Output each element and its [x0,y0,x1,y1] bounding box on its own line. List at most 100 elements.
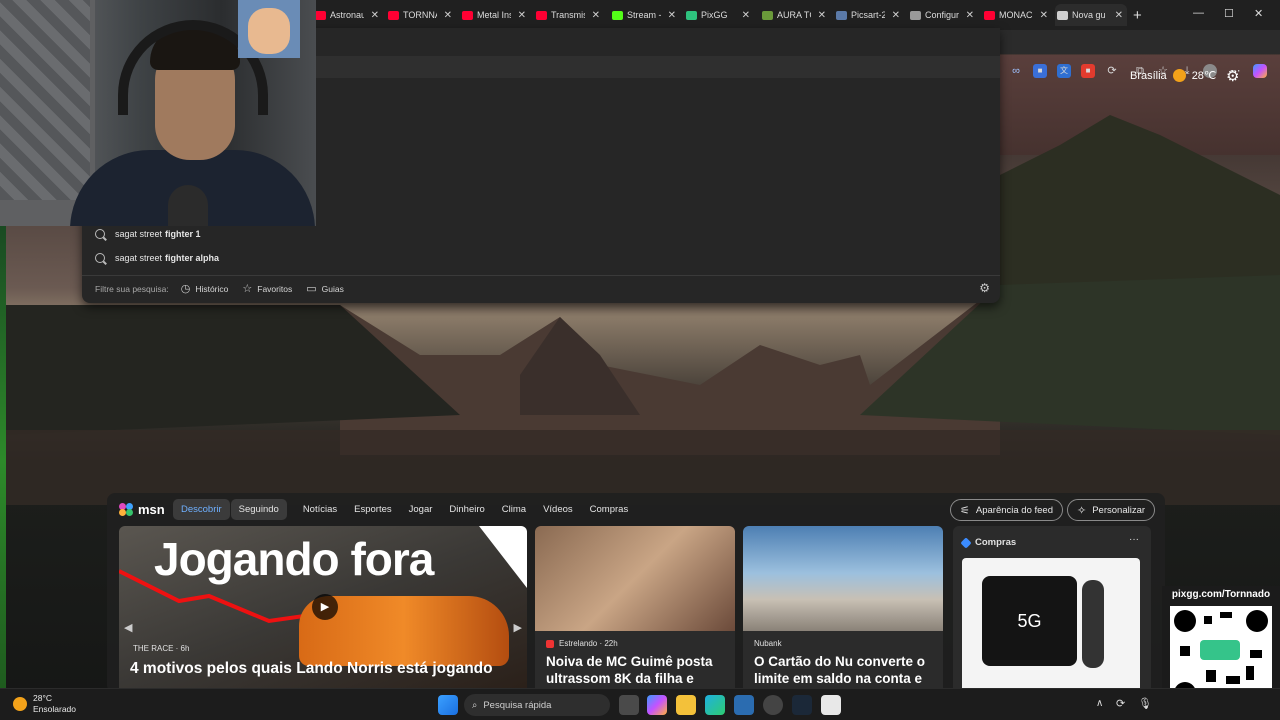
news-card[interactable]: Estrelando · 22h Noiva de MC Guimê posta… [535,526,735,696]
tab-descobrir[interactable]: Descobrir [173,499,230,520]
steam-icon[interactable] [792,695,812,715]
extensions-icon[interactable]: ⟳ [1105,64,1119,78]
browser-tab[interactable]: PixGG ✕ [684,4,754,26]
browser-tab[interactable]: AURA TC ✕ [760,4,830,26]
edge-browser-icon[interactable] [705,695,725,715]
browser-tab[interactable]: MONACC ✕ [982,4,1052,26]
tray-chevron-icon[interactable]: ∧ [1096,698,1103,709]
close-tab-icon[interactable]: ✕ [371,10,379,21]
obs-icon[interactable] [763,695,783,715]
carousel-next-icon[interactable]: ▶ [514,621,522,634]
filter-bar: Filtre sua pesquisa: ◷ Histórico ☆ Favorit… [82,275,1000,301]
close-window-icon[interactable]: ✕ [1254,7,1263,20]
card-title[interactable]: 4 motivos pelos quais Lando Norris está … [130,660,520,677]
browser-tab[interactable]: Astronau ✕ [313,4,383,26]
tray-app-icon[interactable]: ⟳ [1116,697,1125,710]
suggestion-prefix: sagat street [115,229,163,239]
close-tab-icon[interactable]: ✕ [1115,10,1123,21]
tab-title: Stream - [627,10,661,20]
card-source: Estrelando · 22h [546,639,618,648]
translate-icon[interactable]: 文 [1057,64,1071,78]
news-card[interactable]: Nubank O Cartão do Nu converte o limite … [743,526,943,696]
filter-tabs-button[interactable]: ▭ Guias [306,282,344,295]
close-tab-icon[interactable]: ✕ [966,10,974,21]
close-tab-icon[interactable]: ✕ [818,10,826,21]
browser-tab[interactable]: Metal Ins ✕ [460,4,530,26]
tab-videos[interactable]: Vídeos [535,499,581,520]
tv-box-product-image[interactable]: 5G [962,558,1140,693]
close-tab-icon[interactable]: ✕ [668,10,676,21]
page-settings-gear-icon[interactable]: ⚙ [1226,67,1239,85]
close-tab-icon[interactable]: ✕ [518,10,526,21]
browser-tab[interactable]: TORNNA ✕ [386,4,456,26]
webcam-microphone [168,185,208,226]
browser-tab[interactable]: Nova gu ✕ [1055,4,1127,26]
filter-favorites-label: Favoritos [257,283,293,294]
copilot-icon[interactable] [1253,64,1267,78]
search-icon [95,229,105,239]
windows-taskbar: 28°C Ensolarado ⌕ Pesquisa rápida ∧ ⟳ 🎙 [0,688,1280,720]
tab-title: PixGG [701,10,728,20]
feed-appearance-button[interactable]: ⚟ Aparência do feed [950,499,1063,521]
suggestion-item[interactable]: sagat street fighter alpha [82,246,1000,270]
news-card-hero[interactable]: Jogando fora ▶ ◀ ▶ THE RACE · 6h 4 motiv… [119,526,527,696]
taskbar-weather[interactable]: 28°C Ensolarado [33,693,76,715]
weather-sun-icon[interactable] [13,697,27,711]
tab-dinheiro[interactable]: Dinheiro [441,499,492,520]
tab-noticias[interactable]: Notícias [295,499,345,520]
photos-app-icon[interactable] [734,695,754,715]
tabs-icon: ▭ [306,283,317,295]
feed-nav-tabs: Descobrir Seguindo Notícias Esportes Jog… [173,499,637,520]
maximize-icon[interactable]: ☐ [1224,7,1234,20]
task-view-icon[interactable] [619,695,639,715]
tab-title: MONACC [999,10,1033,20]
picsart-icon [836,10,847,20]
file-explorer-icon[interactable] [676,695,696,715]
windows-start-icon[interactable] [438,695,458,715]
taskbar-search-placeholder: Pesquisa rápida [483,699,552,711]
office-icon[interactable]: ■ [1081,64,1095,78]
close-tab-icon[interactable]: ✕ [444,10,452,21]
star-icon: ☆ [242,283,253,295]
shop-more-icon[interactable]: ··· [1129,534,1139,545]
close-tab-icon[interactable]: ✕ [742,10,750,21]
browser-tab[interactable]: Transmis ✕ [534,4,604,26]
tab-title: Transmis [551,10,585,20]
taskbar-search[interactable]: ⌕ Pesquisa rápida [464,694,610,716]
weather-widget[interactable]: Brasília 28℃ [1130,69,1216,82]
tab-seguindo[interactable]: Seguindo [230,499,287,520]
shopping-card[interactable]: Compras ··· 5G [953,526,1151,696]
youtube-icon [388,10,399,20]
tab-clima[interactable]: Clima [494,499,534,520]
filter-tabs-label: Guias [321,283,344,294]
close-tab-icon[interactable]: ✕ [592,10,600,21]
webcam-overlay [0,0,316,226]
play-video-icon[interactable]: ▶ [312,594,338,620]
browser-tab[interactable]: Stream - ✕ [610,4,680,26]
new-tab-button[interactable]: + [1133,7,1142,24]
close-tab-icon[interactable]: ✕ [1040,10,1048,21]
personalize-button[interactable]: ✧ Personalizar [1067,499,1156,521]
copilot-taskbar-icon[interactable] [647,695,667,715]
filter-history-button[interactable]: ◷ Histórico [181,282,229,295]
card-source-text: Estrelando · 22h [559,639,618,648]
filter-favorites-button[interactable]: ☆ Favoritos [242,282,292,295]
webcam-toy-figure [248,8,290,54]
side-glow [0,226,6,696]
msn-logo[interactable]: msn [119,502,165,517]
notion-icon[interactable] [821,695,841,715]
tab-title: Configur [925,10,959,20]
browser-tab[interactable]: Configur ✕ [908,4,978,26]
carousel-prev-icon[interactable]: ◀ [124,621,132,634]
close-tab-icon[interactable]: ✕ [892,10,900,21]
card-title[interactable]: O Cartão do Nu converte o limite em sald… [754,653,939,687]
microphone-icon[interactable]: 🎙 [1138,697,1152,710]
minimize-icon[interactable]: — [1193,7,1204,19]
tab-esportes[interactable]: Esportes [346,499,400,520]
tab-jogar[interactable]: Jogar [401,499,441,520]
extension-shield-icon[interactable]: ■ [1033,64,1047,78]
settings-gear-icon[interactable]: ⚙ [979,281,990,295]
reading-glasses-icon[interactable]: ∞ [1009,64,1023,78]
browser-tab[interactable]: Picsart-2 ✕ [834,4,904,26]
tab-compras[interactable]: Compras [582,499,637,520]
